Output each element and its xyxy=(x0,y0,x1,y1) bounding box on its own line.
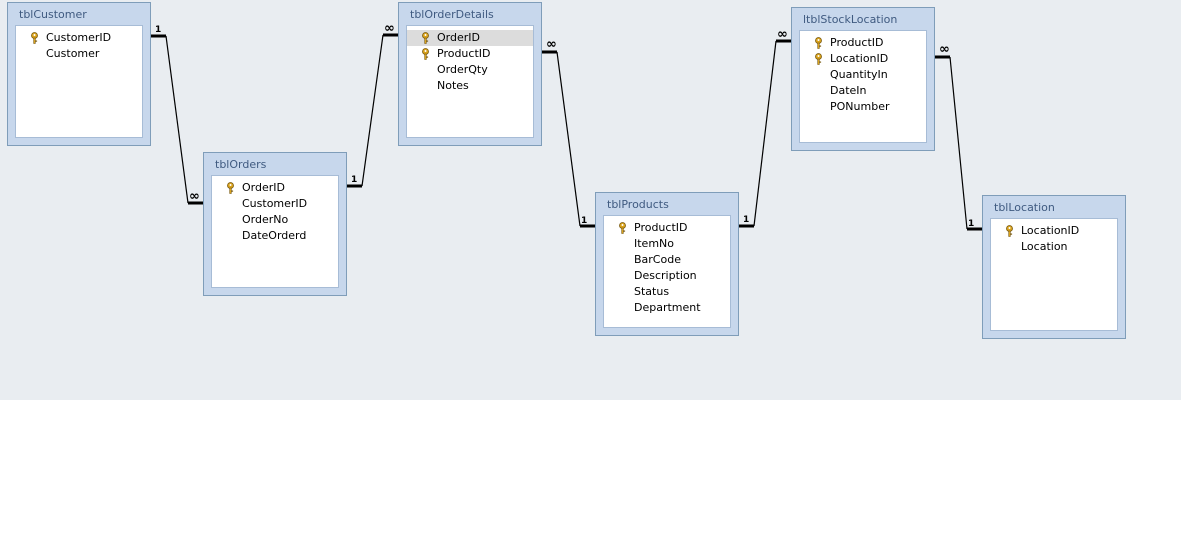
table-title[interactable]: ltblStockLocation xyxy=(792,8,934,30)
relationship-line[interactable] xyxy=(556,51,581,227)
table-title[interactable]: tblCustomer xyxy=(8,3,150,25)
relationship-line[interactable] xyxy=(753,40,777,227)
field-row[interactable]: ItemNo xyxy=(604,236,730,252)
relationship-line[interactable] xyxy=(165,35,189,204)
field-row[interactable]: OrderNo xyxy=(212,212,338,228)
key-icon xyxy=(1006,225,1013,237)
field-row[interactable]: CustomerID xyxy=(16,30,142,46)
field-name: ProductID xyxy=(830,36,884,49)
field-row[interactable]: Location xyxy=(991,239,1117,255)
table-tblOrders[interactable]: tblOrders OrderID CustomerID OrderNo DateOr… xyxy=(203,152,347,296)
field-row[interactable]: OrderQty xyxy=(407,62,533,78)
cardinality-many: ∞ xyxy=(189,189,200,204)
field-name: CustomerID xyxy=(46,31,112,44)
table-title[interactable]: tblProducts xyxy=(596,193,738,215)
field-row[interactable]: Description xyxy=(604,268,730,284)
field-name: Description xyxy=(634,269,697,282)
field-name: OrderID xyxy=(437,31,480,44)
field-name: OrderID xyxy=(242,181,285,194)
cardinality-one: 1 xyxy=(581,216,587,226)
field-name: Status xyxy=(634,285,670,298)
field-row[interactable]: LocationID xyxy=(800,51,926,67)
field-name: CustomerID xyxy=(242,197,308,210)
field-row[interactable]: LocationID xyxy=(991,223,1117,239)
key-icon xyxy=(422,32,429,44)
field-name: BarCode xyxy=(634,253,681,266)
field-row[interactable]: OrderID xyxy=(212,180,338,196)
field-name: LocationID xyxy=(830,52,889,65)
field-name: OrderQty xyxy=(437,63,488,76)
field-row[interactable]: Customer xyxy=(16,46,142,62)
field-name: Location xyxy=(1021,240,1068,253)
relationships-canvas[interactable]: 1 ∞ 1 ∞ ∞ 1 1 ∞ ∞ 1 tblCustomer CustomerID Custome… xyxy=(0,0,1181,400)
table-tblOrderDetails[interactable]: tblOrderDetails OrderID ProductID OrderQty… xyxy=(398,2,542,146)
cardinality-one: 1 xyxy=(743,215,749,225)
key-icon xyxy=(422,48,429,60)
key-icon xyxy=(227,182,234,194)
field-name: ProductID xyxy=(437,47,491,60)
field-row[interactable]: ProductID xyxy=(407,46,533,62)
key-icon xyxy=(31,32,38,44)
field-name: ProductID xyxy=(634,221,688,234)
field-row[interactable]: Department xyxy=(604,300,730,316)
field-list[interactable]: LocationID Location xyxy=(990,218,1118,331)
table-tblProducts[interactable]: tblProducts ProductID ItemNo BarCode Descri… xyxy=(595,192,739,336)
field-name: QuantityIn xyxy=(830,68,888,81)
field-name: Customer xyxy=(46,47,100,60)
field-name: LocationID xyxy=(1021,224,1080,237)
field-row[interactable]: BarCode xyxy=(604,252,730,268)
key-icon xyxy=(619,222,626,234)
cardinality-many: ∞ xyxy=(939,42,950,57)
field-row[interactable]: DateOrderd xyxy=(212,228,338,244)
field-row[interactable]: DateIn xyxy=(800,83,926,99)
cardinality-one: 1 xyxy=(351,175,357,185)
field-row[interactable]: Notes xyxy=(407,78,533,94)
field-list[interactable]: ProductID LocationID QuantityIn DateIn PONum… xyxy=(799,30,927,143)
field-row[interactable]: CustomerID xyxy=(212,196,338,212)
table-title[interactable]: tblOrderDetails xyxy=(399,3,541,25)
field-name: Department xyxy=(634,301,701,314)
cardinality-one: 1 xyxy=(155,25,161,35)
field-name: ItemNo xyxy=(634,237,674,250)
table-tblCustomer[interactable]: tblCustomer CustomerID Customer xyxy=(7,2,151,146)
field-row[interactable]: OrderID xyxy=(407,30,533,46)
table-title[interactable]: tblOrders xyxy=(204,153,346,175)
field-name: DateOrderd xyxy=(242,229,307,242)
field-row[interactable]: ProductID xyxy=(604,220,730,236)
key-icon xyxy=(815,53,822,65)
field-name: OrderNo xyxy=(242,213,289,226)
field-list[interactable]: OrderID CustomerID OrderNo DateOrderd xyxy=(211,175,339,288)
cardinality-one: 1 xyxy=(968,219,974,229)
field-row[interactable]: Status xyxy=(604,284,730,300)
relationship-line[interactable] xyxy=(361,34,384,187)
field-name: DateIn xyxy=(830,84,867,97)
cardinality-many: ∞ xyxy=(384,21,395,36)
cardinality-many: ∞ xyxy=(546,37,557,52)
field-name: PONumber xyxy=(830,100,890,113)
field-list[interactable]: ProductID ItemNo BarCode Description Status D… xyxy=(603,215,731,328)
key-icon xyxy=(815,37,822,49)
table-tblLocation[interactable]: tblLocation LocationID Location xyxy=(982,195,1126,339)
field-row[interactable]: PONumber xyxy=(800,99,926,115)
relationship-line[interactable] xyxy=(949,56,968,230)
field-list[interactable]: OrderID ProductID OrderQty Notes xyxy=(406,25,534,138)
field-name: Notes xyxy=(437,79,469,92)
table-title[interactable]: tblLocation xyxy=(983,196,1125,218)
table-ltblStockLocation[interactable]: ltblStockLocation ProductID LocationID Qua… xyxy=(791,7,935,151)
cardinality-many: ∞ xyxy=(777,27,788,42)
field-row[interactable]: ProductID xyxy=(800,35,926,51)
field-row[interactable]: QuantityIn xyxy=(800,67,926,83)
field-list[interactable]: CustomerID Customer xyxy=(15,25,143,138)
